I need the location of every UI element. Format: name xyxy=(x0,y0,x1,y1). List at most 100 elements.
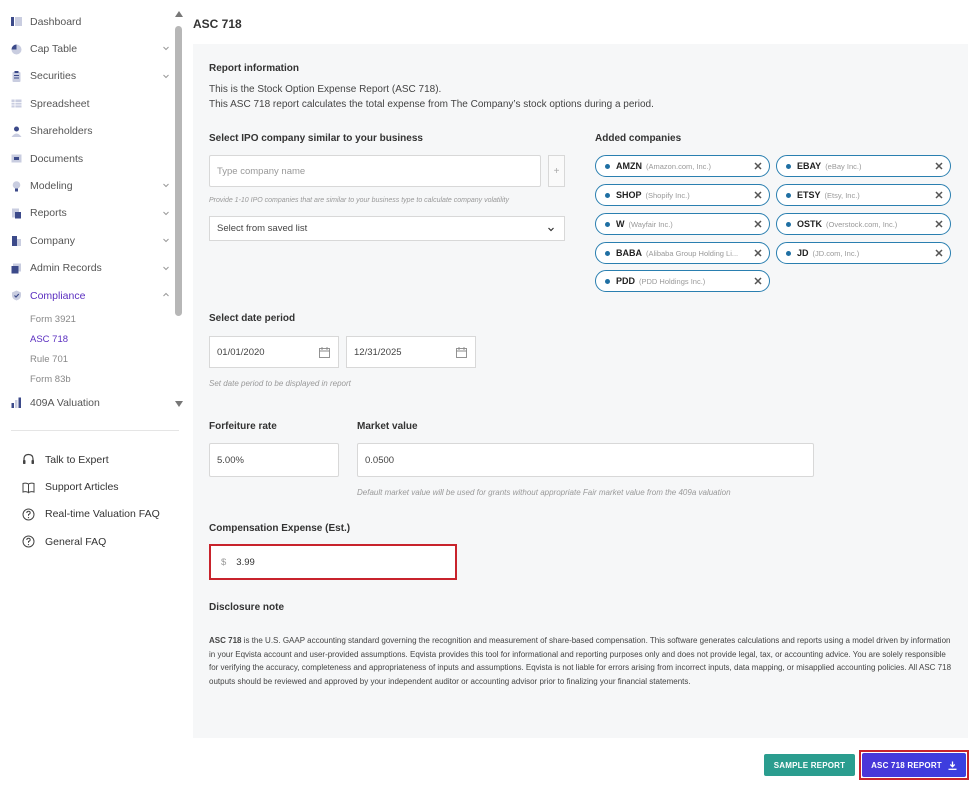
added-companies-heading: Added companies xyxy=(595,133,682,144)
documents-icon xyxy=(11,153,22,164)
sidebar-item-securities[interactable]: Securities xyxy=(0,63,176,90)
company-chip-shop: SHOP (Shopify Inc.) xyxy=(595,184,770,206)
remove-chip-icon[interactable] xyxy=(932,246,946,260)
company-chip-baba: BABA (Alibaba Group Holding Li... xyxy=(595,242,770,264)
currency-symbol: $ xyxy=(221,556,227,568)
market-value-input[interactable]: 0.0500 xyxy=(357,443,814,477)
forfeiture-rate-input[interactable]: 5.00% xyxy=(209,443,339,477)
general-faq-link[interactable]: General FAQ xyxy=(22,528,160,555)
reports-icon xyxy=(11,208,22,219)
sidebar-item-cap-table[interactable]: Cap Table xyxy=(0,35,176,62)
chip-company-name: (JD.com, Inc.) xyxy=(812,248,860,258)
calendar-icon[interactable] xyxy=(456,347,467,358)
company-chip-ebay: EBAY (eBay Inc.) xyxy=(776,155,951,177)
sidebar-item-label: Reports xyxy=(30,207,67,220)
chevron-down-icon xyxy=(548,227,554,232)
chip-ticker: EBAY xyxy=(797,161,822,171)
chip-ticker: ETSY xyxy=(797,190,821,200)
ipo-hint: Provide 1-10 IPO companies that are simi… xyxy=(209,197,509,204)
chip-ticker: AMZN xyxy=(616,161,642,171)
sidebar-nav: Dashboard Cap Table Securities Spreadshe… xyxy=(0,8,176,417)
sidebar-item-dashboard[interactable]: Dashboard xyxy=(0,8,176,35)
remove-chip-icon[interactable] xyxy=(751,274,765,288)
forfeiture-heading: Forfeiture rate xyxy=(209,421,277,432)
chevron-up-icon xyxy=(163,292,169,297)
sidebar-item-compliance[interactable]: Compliance xyxy=(0,282,176,309)
chip-company-name: (Overstock.com, Inc.) xyxy=(826,219,898,229)
sidebar-item-label: Dashboard xyxy=(30,15,82,28)
report-info-heading: Report information xyxy=(209,63,299,74)
report-button-label: ASC 718 REPORT xyxy=(871,760,942,770)
disclosure-body: is the U.S. GAAP accounting standard gov… xyxy=(209,636,952,686)
support-articles-link[interactable]: Support Articles xyxy=(22,473,160,500)
remove-chip-icon[interactable] xyxy=(751,159,765,173)
report-info-line-1: This is the Stock Option Expense Report … xyxy=(209,84,442,95)
sidebar-item-documents[interactable]: Documents xyxy=(0,145,176,172)
talk-to-expert-link[interactable]: Talk to Expert xyxy=(22,446,160,473)
remove-chip-icon[interactable] xyxy=(751,188,765,202)
user-icon xyxy=(11,126,22,137)
scroll-up-icon[interactable] xyxy=(173,10,185,20)
sidebar-item-label: Modeling xyxy=(30,180,73,193)
sidebar-item-company[interactable]: Company xyxy=(0,227,176,254)
scrollbar-thumb[interactable] xyxy=(175,26,182,316)
chevron-down-icon xyxy=(163,47,169,51)
end-date-value: 12/31/2025 xyxy=(354,346,402,358)
sidebar-item-label: Shareholders xyxy=(30,125,93,138)
help-links: Talk to Expert Support Articles Real-tim… xyxy=(22,446,160,556)
end-date-input[interactable]: 12/31/2025 xyxy=(346,336,476,368)
help-label: Talk to Expert xyxy=(45,453,109,466)
saved-list-select[interactable]: Select from saved list xyxy=(209,216,565,241)
asc-718-report-button[interactable]: ASC 718 REPORT xyxy=(862,753,966,777)
chip-ticker: PDD xyxy=(616,276,636,286)
sidebar-subitem-asc-718[interactable]: ASC 718 xyxy=(0,329,176,349)
scroll-down-icon[interactable] xyxy=(173,400,185,410)
sidebar: Dashboard Cap Table Securities Spreadshe… xyxy=(0,0,190,795)
sidebar-item-label: 409A Valuation xyxy=(30,396,100,409)
sidebar-item-shareholders[interactable]: Shareholders xyxy=(0,118,176,145)
sample-report-button[interactable]: SAMPLE REPORT xyxy=(764,754,855,776)
sidebar-subitem-form-3921[interactable]: Form 3921 xyxy=(0,309,176,329)
sidebar-item-label: Compliance xyxy=(30,289,86,302)
chip-company-name: (Wayfair Inc.) xyxy=(628,219,673,229)
market-value-heading: Market value xyxy=(357,421,418,432)
records-icon xyxy=(11,263,22,274)
remove-chip-icon[interactable] xyxy=(751,217,765,231)
calendar-icon[interactable] xyxy=(319,347,330,358)
sidebar-subitem-form-83b[interactable]: Form 83b xyxy=(0,369,176,389)
spreadsheet-icon xyxy=(11,98,22,109)
sidebar-item-label: Securities xyxy=(30,70,77,83)
remove-chip-icon[interactable] xyxy=(932,217,946,231)
company-chip-amzn: AMZN (Amazon.com, Inc.) xyxy=(595,155,770,177)
compensation-heading: Compensation Expense (Est.) xyxy=(209,523,351,534)
company-chip-ostk: OSTK (Overstock.com, Inc.) xyxy=(776,213,951,235)
question-circle-icon xyxy=(22,535,35,548)
chevron-down-icon xyxy=(163,211,169,215)
help-label: General FAQ xyxy=(45,535,107,548)
report-info-line-2: This ASC 718 report calculates the total… xyxy=(209,99,654,110)
add-company-button[interactable]: + xyxy=(548,155,565,187)
sidebar-item-label: Spreadsheet xyxy=(30,97,90,110)
sidebar-subitem-rule-701[interactable]: Rule 701 xyxy=(0,349,176,369)
pie-chart-icon xyxy=(11,44,22,55)
sidebar-scrollbar[interactable] xyxy=(173,10,185,412)
start-date-input[interactable]: 01/01/2020 xyxy=(209,336,339,368)
sidebar-item-reports[interactable]: Reports xyxy=(0,200,176,227)
remove-chip-icon[interactable] xyxy=(932,159,946,173)
sidebar-item-409a-valuation[interactable]: 409A Valuation xyxy=(0,389,176,416)
chip-ticker: BABA xyxy=(616,248,642,258)
sidebar-item-modeling[interactable]: Modeling xyxy=(0,172,176,199)
chip-company-name: (Amazon.com, Inc.) xyxy=(646,161,712,171)
valuation-faq-link[interactable]: Real-time Valuation FAQ xyxy=(22,501,160,528)
company-chip-jd: JD (JD.com, Inc.) xyxy=(776,242,951,264)
remove-chip-icon[interactable] xyxy=(751,246,765,260)
compensation-expense-field: $ 3.99 xyxy=(209,544,457,580)
chip-dot xyxy=(786,163,791,169)
sidebar-item-admin-records[interactable]: Admin Records xyxy=(0,255,176,282)
remove-chip-icon[interactable] xyxy=(932,188,946,202)
sidebar-item-spreadsheet[interactable]: Spreadsheet xyxy=(0,90,176,117)
chip-ticker: SHOP xyxy=(616,190,642,200)
company-search-input[interactable]: Type company name xyxy=(209,155,541,187)
chevron-down-icon xyxy=(163,74,169,78)
chip-company-name: (eBay Inc.) xyxy=(825,161,862,171)
